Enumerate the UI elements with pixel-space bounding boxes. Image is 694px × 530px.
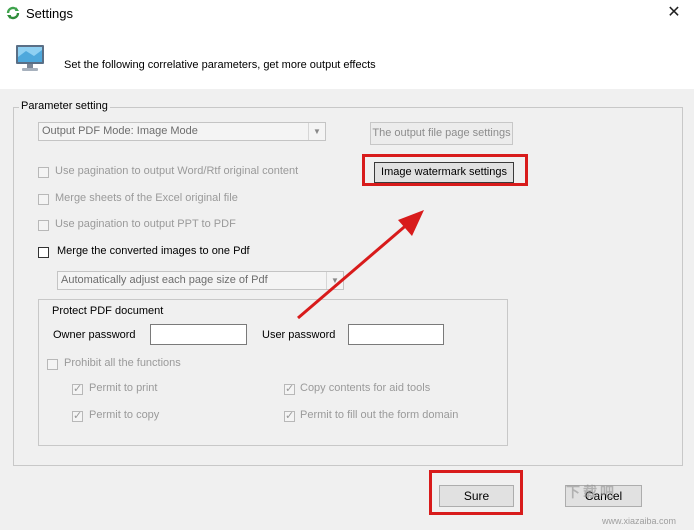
annotation-arrow — [297, 210, 424, 320]
watermark-site: www.xiazaiba.com — [602, 516, 677, 526]
sure-button[interactable]: Sure — [439, 485, 514, 507]
watermark-logo: 下载吧 — [566, 484, 617, 500]
